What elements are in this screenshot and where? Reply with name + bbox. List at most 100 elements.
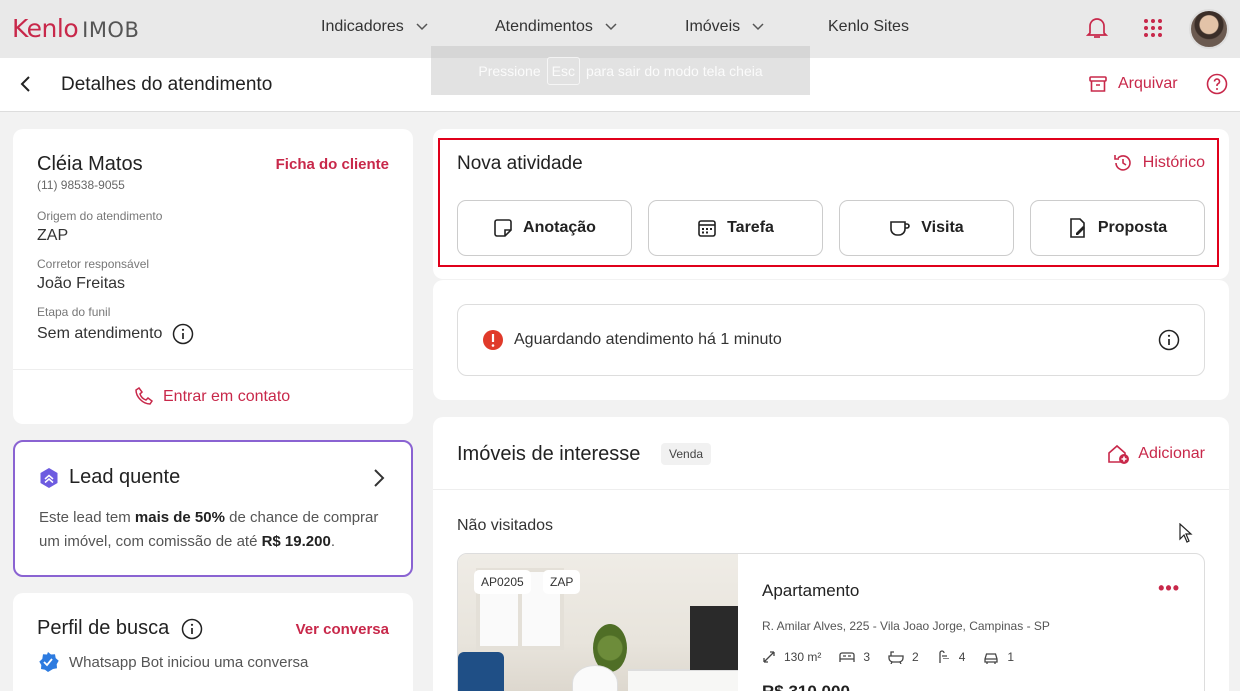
kenlo-logo[interactable]: Kenlo IMOB xyxy=(12,14,139,43)
venda-tag: Venda xyxy=(661,443,712,465)
bot-text: Whatsapp Bot iniciou uma conversa xyxy=(69,653,309,671)
bot-message: Whatsapp Bot iniciou uma conversa xyxy=(37,651,308,673)
fullscreen-hint: Pressione Esc para sair do modo tela che… xyxy=(431,46,810,95)
photo-sofa xyxy=(458,652,504,691)
area-value: 130 m² xyxy=(784,650,822,664)
origin-label: Origem do atendimento xyxy=(37,209,163,223)
imoveis-title: Imóveis de interesse xyxy=(457,443,641,465)
car-icon xyxy=(984,653,999,664)
adicionar-button[interactable]: Adicionar xyxy=(1106,443,1205,465)
perfil-title: Perfil de busca xyxy=(37,617,170,639)
broker-label: Corretor responsável xyxy=(37,257,150,271)
shower-icon xyxy=(939,650,949,663)
parking-value: 1 xyxy=(1007,650,1015,664)
stage-value: Sem atendimento xyxy=(37,325,163,342)
verified-badge-icon xyxy=(39,652,59,672)
stage-row: Sem atendimento xyxy=(37,323,194,345)
alert-icon xyxy=(483,330,503,350)
contact-label: Entrar em contato xyxy=(163,388,291,405)
activity-highlight-frame xyxy=(438,138,1219,267)
nav-indicadores[interactable]: Indicadores xyxy=(321,18,428,36)
help-icon[interactable] xyxy=(1206,73,1228,95)
hint-text: Pressione xyxy=(478,62,541,79)
chevron-down-icon xyxy=(605,23,617,31)
photo-cabinet xyxy=(628,669,738,691)
info-icon[interactable] xyxy=(181,618,203,640)
lead-badge-icon xyxy=(40,468,58,488)
bathtub-icon xyxy=(888,651,904,664)
nav-label: Indicadores xyxy=(321,18,404,35)
page-title: Detalhes do atendimento xyxy=(61,74,273,95)
hint-key: Esc xyxy=(546,56,580,85)
feature-suites: 4 xyxy=(937,650,966,664)
archive-button[interactable]: Arquivar xyxy=(1088,74,1178,94)
status-box: Aguardando atendimento há 1 minuto xyxy=(457,304,1205,376)
imoveis-card: Imóveis de interesse Venda Adicionar Não… xyxy=(433,417,1229,691)
nav-label: Kenlo Sites xyxy=(828,18,909,35)
nao-visitados-label: Não visitados xyxy=(457,517,554,534)
lead-text-bold: R$ 19.200 xyxy=(261,533,331,550)
property-photo: AP0205 ZAP xyxy=(458,554,738,691)
lead-text-bold: mais de 50% xyxy=(134,509,225,526)
contact-button[interactable]: Entrar em contato xyxy=(135,387,290,407)
property-card[interactable]: AP0205 ZAP Apartamento ••• R. Amilar Alv… xyxy=(457,553,1205,691)
lead-text-part: . xyxy=(330,533,335,550)
bed-icon xyxy=(839,652,856,662)
lead-title: Lead quente xyxy=(69,466,181,488)
stage-label: Etapa do funil xyxy=(37,305,111,319)
bell-icon[interactable] xyxy=(1086,16,1108,40)
photo-plant xyxy=(593,624,627,672)
property-code-tag: AP0205 xyxy=(474,570,531,594)
feature-parking: 1 xyxy=(983,650,1014,664)
broker-value: João Freitas xyxy=(37,275,126,292)
nav-kenlo-sites[interactable]: Kenlo Sites xyxy=(828,18,909,36)
divider xyxy=(13,369,413,370)
property-type: Apartamento xyxy=(762,581,860,600)
nav-atendimentos[interactable]: Atendimentos xyxy=(495,18,617,36)
property-price: R$ 310.000 xyxy=(762,682,850,691)
property-features: 130 m² 3 2 4 1 xyxy=(762,650,1014,664)
feature-bedrooms: 3 xyxy=(839,650,870,664)
hint-text: para sair do modo tela cheia xyxy=(585,62,763,79)
phone-icon xyxy=(135,387,153,405)
archive-icon xyxy=(1089,76,1107,92)
suites-value: 4 xyxy=(958,650,966,664)
logo-sub: IMOB xyxy=(82,18,140,42)
perfil-title-row: Perfil de busca xyxy=(37,617,203,640)
ver-conversa-link[interactable]: Ver conversa xyxy=(296,621,389,638)
status-text: Aguardando atendimento há 1 minuto xyxy=(514,331,782,348)
feature-bathrooms: 2 xyxy=(888,650,919,664)
status-card: Aguardando atendimento há 1 minuto xyxy=(433,280,1229,400)
lead-text-part: Este lead tem xyxy=(39,509,135,526)
logo-main: Kenlo xyxy=(12,14,79,43)
chevron-down-icon xyxy=(416,23,428,31)
nav-imoveis[interactable]: Imóveis xyxy=(685,18,764,36)
add-label: Adicionar xyxy=(1138,445,1205,462)
archive-label: Arquivar xyxy=(1118,75,1178,92)
client-name: Cléia Matos xyxy=(37,153,143,175)
area-icon xyxy=(763,651,775,663)
lead-description: Este lead tem mais de 50% de chance de c… xyxy=(39,506,399,554)
add-home-icon xyxy=(1108,444,1130,464)
more-options-icon[interactable]: ••• xyxy=(1158,578,1180,599)
back-arrow-icon[interactable] xyxy=(16,74,36,94)
search-profile-card: Perfil de busca Ver conversa Whatsapp Bo… xyxy=(13,593,413,691)
ficha-cliente-link[interactable]: Ficha do cliente xyxy=(276,156,389,173)
bathrooms-value: 2 xyxy=(912,650,919,664)
client-card: Cléia Matos (11) 98538-9055 Ficha do cli… xyxy=(13,129,413,424)
client-phone: (11) 98538-9055 xyxy=(37,178,125,192)
bedrooms-value: 3 xyxy=(863,650,871,664)
chevron-right-icon[interactable] xyxy=(373,468,385,488)
nav-label: Atendimentos xyxy=(495,18,593,35)
property-source-tag: ZAP xyxy=(543,570,581,594)
apps-grid-icon[interactable] xyxy=(1143,18,1163,38)
chevron-down-icon xyxy=(752,23,764,31)
info-icon[interactable] xyxy=(172,323,194,345)
info-icon[interactable] xyxy=(1158,329,1180,351)
origin-value: ZAP xyxy=(37,227,69,244)
divider xyxy=(433,489,1229,490)
mouse-cursor-icon xyxy=(1179,523,1193,543)
user-avatar[interactable] xyxy=(1189,9,1229,49)
photo-tv xyxy=(690,606,738,670)
lead-quente-card[interactable]: Lead quente Este lead tem mais de 50% de… xyxy=(13,440,413,577)
